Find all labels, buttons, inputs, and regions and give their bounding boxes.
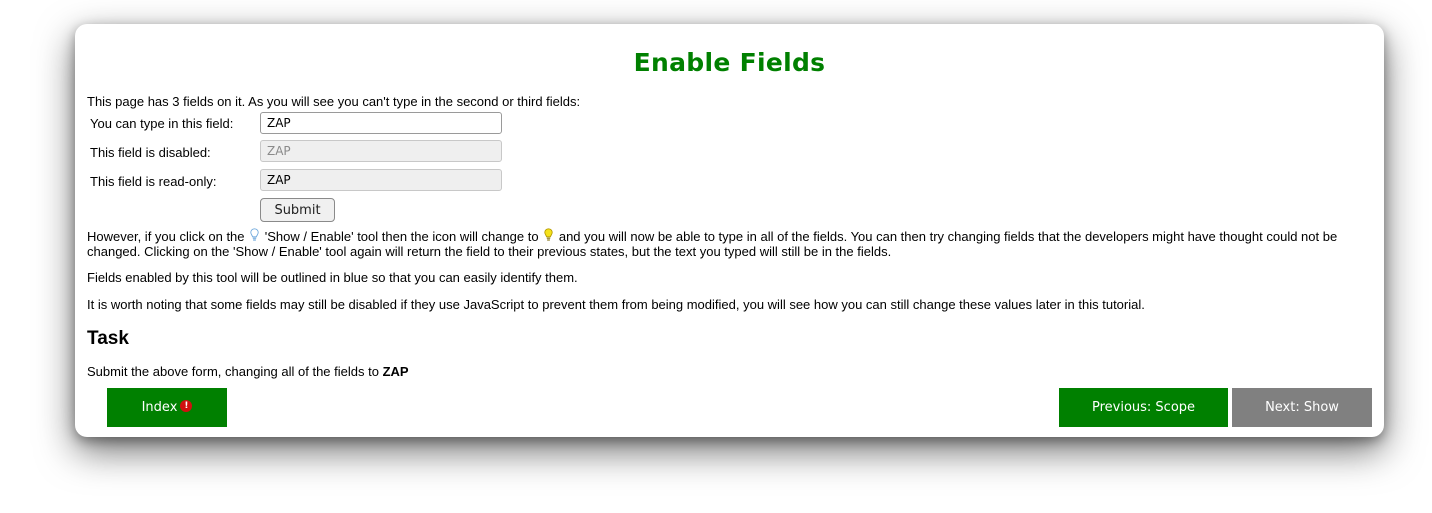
para1-part-a: However, if you click on the <box>87 229 245 244</box>
index-button[interactable]: Index! <box>107 388 227 427</box>
readonly-field-input[interactable] <box>260 169 502 191</box>
submit-button[interactable]: Submit <box>260 198 335 222</box>
paragraph-javascript-note: It is worth noting that some fields may … <box>87 297 1145 312</box>
panel-inner: Enable Fields This page has 3 fields on … <box>75 24 1384 437</box>
readonly-field-label: This field is read-only: <box>90 174 217 189</box>
index-button-label: Index <box>141 400 178 415</box>
editable-field-input[interactable] <box>260 112 502 134</box>
task-heading: Task <box>87 328 129 349</box>
disabled-field-label: This field is disabled: <box>90 145 211 160</box>
editable-field-label: You can type in this field: <box>90 116 234 131</box>
para1-part-b: 'Show / Enable' tool then the icon will … <box>264 229 539 244</box>
paragraph-outline: Fields enabled by this tool will be outl… <box>87 270 578 285</box>
page-title: Enable Fields <box>633 48 826 77</box>
lightbulb-outline-icon <box>250 228 259 241</box>
disabled-field-input[interactable] <box>260 140 502 162</box>
next-button[interactable]: Next: Show <box>1232 388 1372 427</box>
previous-button[interactable]: Previous: Scope <box>1059 388 1228 427</box>
task-text: Submit the above form, changing all of t… <box>87 364 409 379</box>
content-panel: Enable Fields This page has 3 fields on … <box>75 24 1384 437</box>
paragraph-show-enable: However, if you click on the 'Show / Ena… <box>87 228 1367 259</box>
lightbulb-yellow-icon <box>544 228 553 241</box>
intro-text: This page has 3 fields on it. As you wil… <box>87 94 581 109</box>
alert-icon: ! <box>180 400 193 412</box>
task-text-bold: ZAP <box>382 364 409 379</box>
task-text-prefix: Submit the above form, changing all of t… <box>87 364 379 379</box>
